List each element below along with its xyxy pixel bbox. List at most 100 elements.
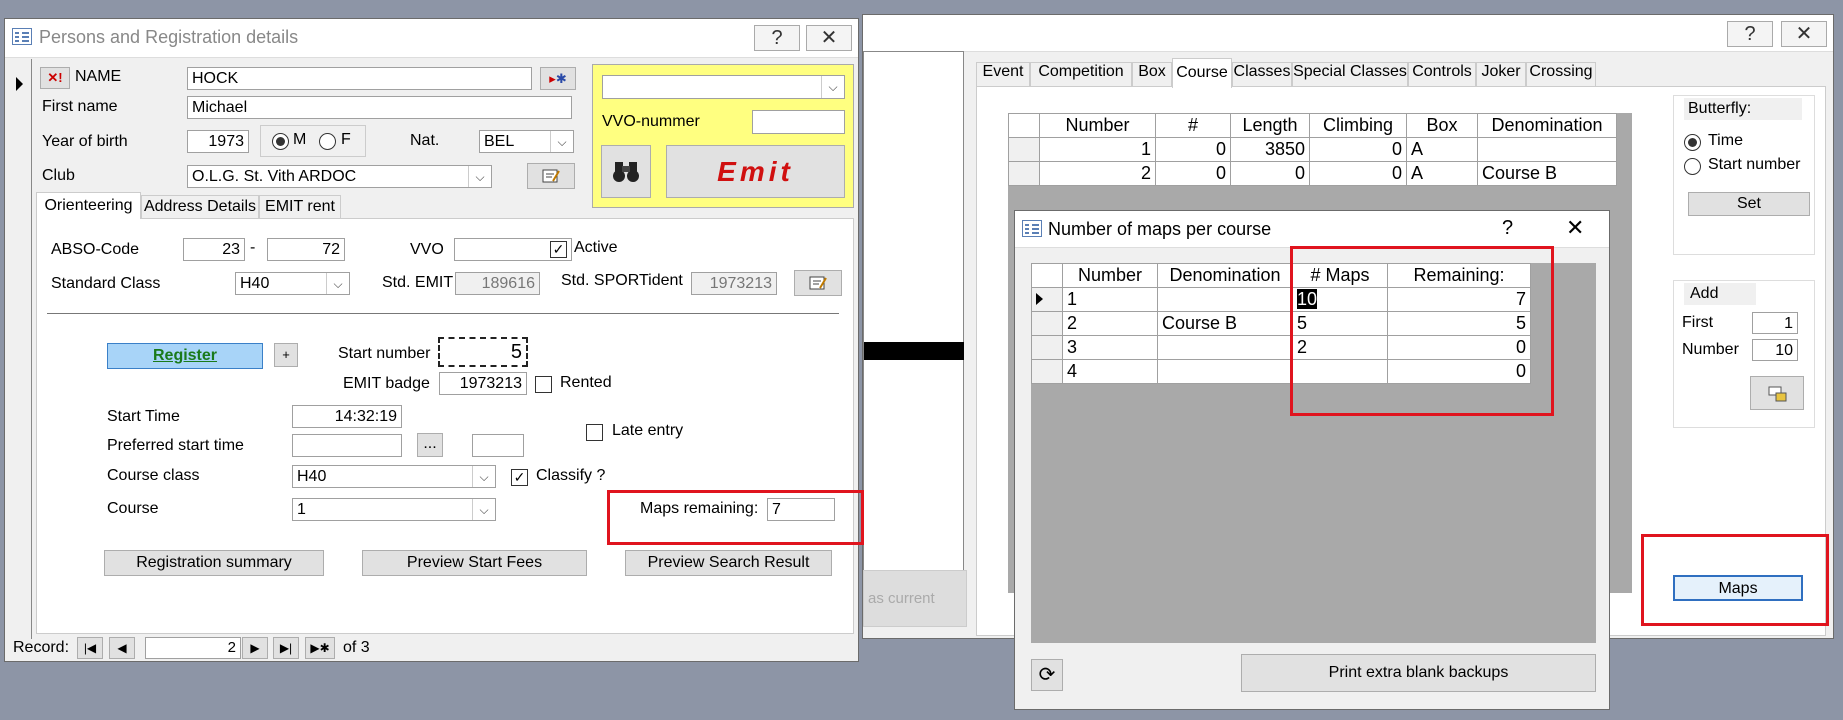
chevron-down-icon: ⌵ [468, 166, 491, 187]
first-name-field[interactable]: Michael [187, 96, 572, 119]
course-label: Course [107, 500, 159, 517]
tab-address-details[interactable]: Address Details [141, 195, 259, 219]
nat-select[interactable]: BEL ⌵ [479, 130, 574, 153]
radio-f[interactable] [319, 133, 336, 150]
add-group: Add First 1 Number 10 [1673, 280, 1815, 428]
add-label: Add [1684, 283, 1756, 305]
preview-search-result-button[interactable]: Preview Search Result [625, 550, 832, 576]
chevron-down-icon: ⌵ [472, 499, 495, 520]
emit-badge-field[interactable]: 1973213 [439, 372, 527, 395]
classify-checkbox[interactable]: ✓ [511, 469, 528, 486]
number-input[interactable]: 10 [1752, 339, 1798, 361]
help-button[interactable]: ? [1502, 217, 1513, 240]
rented-checkbox[interactable] [535, 376, 552, 393]
add-controls-button[interactable] [1750, 376, 1804, 410]
current-row-icon [1036, 293, 1043, 305]
last-record-button[interactable]: ▶| [273, 637, 299, 659]
refresh-button[interactable]: ⟳ [1031, 659, 1063, 691]
col-denomination[interactable]: Denomination [1477, 113, 1617, 138]
radio-time-label: Time [1708, 132, 1743, 149]
col-number[interactable]: Number [1062, 263, 1158, 288]
print-extra-blank-backups-button[interactable]: Print extra blank backups [1241, 654, 1596, 692]
radio-m[interactable] [272, 133, 289, 150]
add-plus-button[interactable]: + [274, 343, 298, 367]
name-field[interactable]: HOCK [187, 67, 532, 90]
help-button[interactable]: ? [1727, 21, 1773, 47]
record-number-field[interactable]: 2 [145, 637, 241, 659]
selected-bar [864, 342, 964, 360]
tab-crossing[interactable]: Crossing [1526, 62, 1596, 86]
col-number[interactable]: Number [1039, 113, 1156, 138]
record-pointer-icon [16, 77, 23, 91]
tab-competition[interactable]: Competition [1030, 62, 1132, 86]
persons-window: Persons and Registration details ? ✕ ✕! … [4, 18, 859, 662]
delete-person-button[interactable]: ✕! [40, 67, 70, 89]
set-as-current-button[interactable]: as current [863, 570, 967, 627]
preferred-start-field[interactable] [292, 434, 402, 457]
tab-orienteering[interactable]: Orienteering [36, 192, 141, 219]
emit-button[interactable]: Emit [666, 145, 845, 198]
sex-option-group: M F [260, 125, 366, 157]
record-selector[interactable] [5, 59, 32, 639]
divider [47, 313, 839, 314]
late-entry-checkbox[interactable] [586, 424, 603, 441]
col-length[interactable]: Length [1230, 113, 1310, 138]
standard-class-select[interactable]: H40 ⌵ [235, 272, 350, 295]
emit-panel: ⌵ VVO-nummer Emit [592, 64, 854, 208]
help-button[interactable]: ? [754, 25, 800, 51]
preferred-start-picker-button[interactable]: ... [417, 433, 443, 457]
register-button[interactable]: Register [107, 343, 263, 369]
tab-classes[interactable]: Classes [1232, 62, 1292, 86]
chevron-down-icon: ⌵ [821, 76, 844, 98]
first-input[interactable]: 1 [1752, 312, 1798, 334]
club-select[interactable]: O.L.G. St. Vith ARDOC ⌵ [187, 165, 492, 188]
first-record-button[interactable]: |◀ [77, 637, 103, 659]
emit-select[interactable]: ⌵ [602, 75, 845, 99]
col-denomination[interactable]: Denomination [1157, 263, 1293, 288]
table-row[interactable]: 2 0 0 0 A Course B [1008, 161, 1617, 186]
sportident-edit-button[interactable] [794, 270, 842, 296]
radio-time[interactable] [1684, 134, 1701, 151]
name-lookup-button[interactable]: ▸✱ [540, 67, 576, 90]
col-box[interactable]: Box [1406, 113, 1478, 138]
table-row[interactable]: 1 0 3850 0 A [1008, 137, 1617, 162]
tab-course[interactable]: Course [1172, 58, 1232, 88]
col-count[interactable]: # [1155, 113, 1231, 138]
course-select[interactable]: 1 ⌵ [292, 498, 496, 521]
active-checkbox[interactable]: ✓ [550, 241, 567, 258]
search-button[interactable] [601, 145, 651, 198]
vvo-nummer-label: VVO-nummer [602, 113, 700, 130]
registration-summary-button[interactable]: Registration summary [104, 550, 324, 576]
close-button[interactable]: ✕ [806, 25, 852, 51]
close-button[interactable]: ✕ [1781, 21, 1827, 47]
add-grid-icon [1768, 386, 1787, 402]
close-button[interactable]: ✕ [1566, 215, 1584, 241]
tab-event[interactable]: Event [976, 62, 1030, 86]
preferred-start-extra-field[interactable] [472, 434, 524, 457]
start-number-field[interactable]: 5 [438, 337, 528, 367]
first-label: First [1682, 314, 1714, 331]
course-class-select[interactable]: H40 ⌵ [292, 465, 496, 488]
abso-code-2[interactable]: 72 [267, 238, 345, 261]
std-sportident-field: 1973213 [691, 272, 777, 295]
club-edit-button[interactable] [527, 163, 575, 189]
next-record-button[interactable]: ▶ [242, 637, 268, 659]
vvo-nummer-field[interactable] [752, 110, 845, 134]
preferred-start-label: Preferred start time [107, 437, 244, 454]
set-button[interactable]: Set [1688, 192, 1810, 216]
col-climbing[interactable]: Climbing [1309, 113, 1407, 138]
radio-start-number[interactable] [1684, 158, 1701, 175]
year-field[interactable]: 1973 [187, 130, 249, 153]
new-record-button[interactable]: ▶✱ [305, 637, 335, 659]
start-time-field[interactable]: 14:32:19 [292, 405, 402, 428]
tab-box[interactable]: Box [1132, 62, 1172, 86]
tab-controls[interactable]: Controls [1408, 62, 1476, 86]
prev-record-button[interactable]: ◀ [109, 637, 135, 659]
preview-start-fees-button[interactable]: Preview Start Fees [362, 550, 587, 576]
abso-code-1[interactable]: 23 [183, 238, 245, 261]
tab-special-classes[interactable]: Special Classes [1292, 62, 1408, 86]
standard-class-label: Standard Class [51, 275, 161, 292]
edit-form-icon [809, 276, 827, 290]
tab-joker[interactable]: Joker [1476, 62, 1526, 86]
tab-emit-rent[interactable]: EMIT rent [259, 195, 341, 219]
